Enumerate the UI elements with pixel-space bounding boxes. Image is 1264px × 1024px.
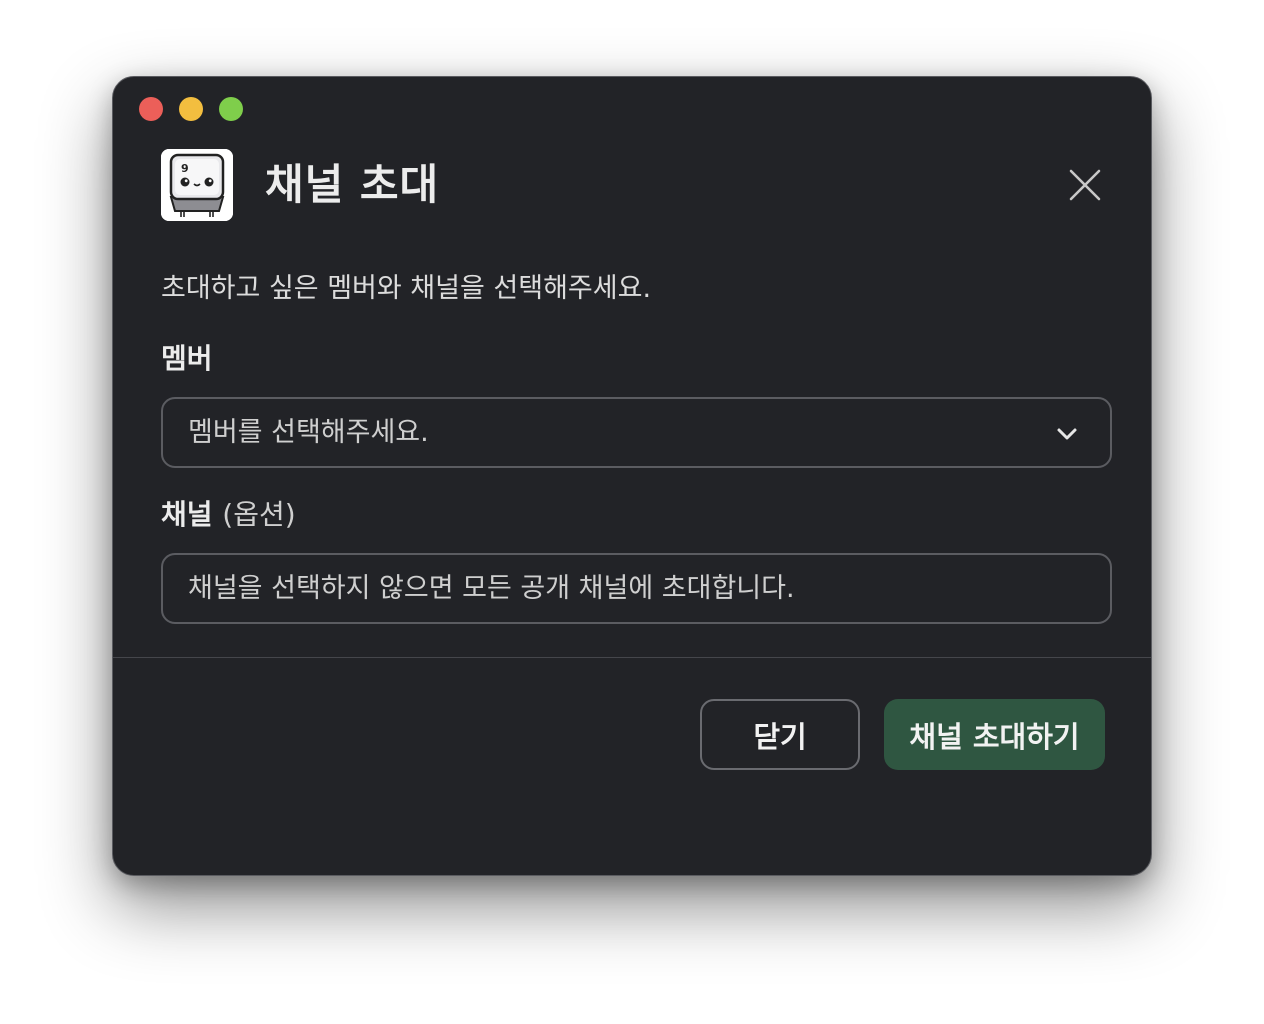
keycap-mascot-icon: 9 bbox=[161, 149, 233, 221]
channel-optional-hint: (옵션) bbox=[222, 498, 296, 531]
dialog-title: 채널 초대 bbox=[265, 160, 440, 209]
svg-text:9: 9 bbox=[181, 162, 189, 175]
footer-divider bbox=[113, 657, 1151, 658]
channel-select-placeholder: 채널을 선택하지 않으면 모든 공개 채널에 초대합니다. bbox=[188, 573, 795, 604]
channel-select[interactable]: 채널을 선택하지 않으면 모든 공개 채널에 초대합니다. bbox=[161, 553, 1112, 624]
chevron-down-icon bbox=[1057, 428, 1077, 440]
close-button[interactable]: 닫기 bbox=[700, 699, 860, 770]
member-select-placeholder: 멤버를 선택해주세요. bbox=[188, 417, 429, 448]
window-controls bbox=[139, 97, 243, 121]
close-icon[interactable] bbox=[1063, 163, 1107, 207]
window-minimize-dot[interactable] bbox=[179, 97, 203, 121]
invite-channel-button[interactable]: 채널 초대하기 bbox=[884, 699, 1105, 770]
channel-label: 채널 (옵션) bbox=[161, 495, 296, 535]
window-zoom-dot[interactable] bbox=[219, 97, 243, 121]
invite-channel-dialog: 9 채널 초대 초대하고 싶은 멤버와 채널을 선택해주세요. 멤버 멤버를 선… bbox=[112, 76, 1152, 876]
dialog-description: 초대하고 싶은 멤버와 채널을 선택해주세요. bbox=[161, 273, 652, 304]
member-select[interactable]: 멤버를 선택해주세요. bbox=[161, 397, 1112, 468]
channel-label-text: 채널 bbox=[161, 498, 213, 531]
member-label: 멤버 bbox=[161, 342, 213, 375]
window-close-dot[interactable] bbox=[139, 97, 163, 121]
